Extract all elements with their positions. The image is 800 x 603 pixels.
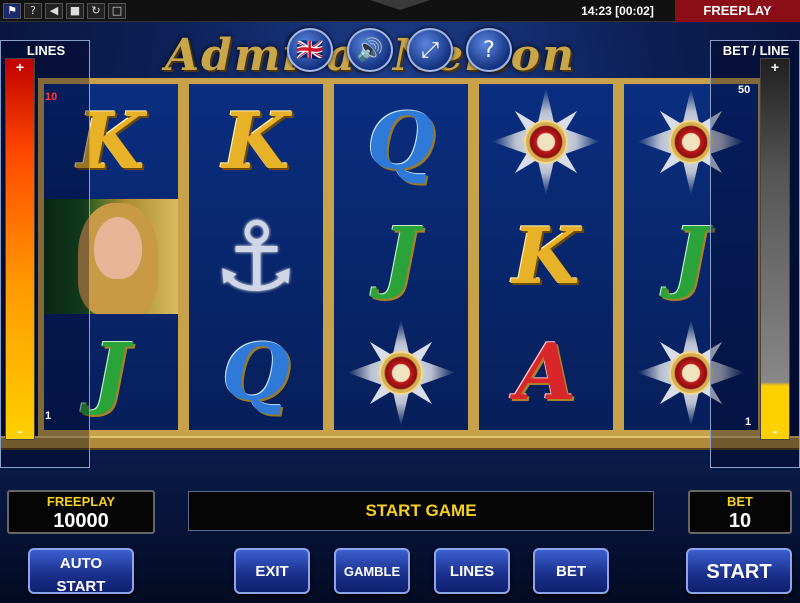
symbol-q: Q bbox=[189, 315, 323, 430]
symbol-a: A bbox=[479, 315, 613, 430]
exit-button[interactable]: EXIT bbox=[234, 548, 310, 594]
system-bar: ⚑ ? ◀ ■ ↻ □ 14:23 [00:02] FREEPLAY bbox=[0, 0, 800, 22]
reel-4: KA bbox=[479, 84, 613, 430]
bet-value: 10 bbox=[728, 510, 752, 532]
freeplay-credits-box: FREEPLAY 10000 bbox=[7, 490, 155, 534]
order-star-icon bbox=[347, 319, 455, 427]
symbol-letter: A bbox=[515, 326, 577, 418]
symbol-order-star-icon bbox=[334, 315, 468, 430]
freeplay-value: 10000 bbox=[53, 510, 109, 532]
help-icon[interactable]: ? bbox=[24, 2, 42, 19]
window-icon[interactable]: ■ bbox=[66, 2, 84, 19]
symbol-letter: K bbox=[222, 95, 290, 187]
reel-3: QJ bbox=[334, 84, 468, 430]
symbol-letter: J bbox=[672, 210, 710, 302]
lines-title: LINES bbox=[26, 43, 66, 58]
sound-icon[interactable]: 🔊 bbox=[347, 28, 393, 72]
reel-2: K ⚓ Q bbox=[189, 84, 323, 430]
freeplay-label: FREEPLAY bbox=[46, 494, 116, 509]
bet-button[interactable]: BET bbox=[533, 548, 609, 594]
refresh-icon[interactable]: ↻ bbox=[87, 2, 105, 19]
symbol-k: K bbox=[479, 199, 613, 314]
order-star-icon bbox=[492, 88, 600, 196]
symbol-order-star-icon bbox=[479, 84, 613, 199]
symbol-letter: J bbox=[92, 326, 130, 418]
start-button[interactable]: START bbox=[686, 548, 792, 594]
auto-start-button[interactable]: AUTO START bbox=[28, 548, 134, 595]
bet-line-meter[interactable]: + - bbox=[760, 58, 790, 440]
symbol-q: Q bbox=[334, 84, 468, 199]
fullscreen-icon[interactable]: □ bbox=[108, 2, 126, 19]
lines-button[interactable]: LINES bbox=[434, 548, 510, 594]
symbol-k: K bbox=[189, 84, 323, 199]
fullscreen-icon[interactable]: ⤢ bbox=[407, 28, 453, 72]
symbol-letter: K bbox=[512, 210, 580, 302]
symbol-letter: Q bbox=[222, 326, 290, 418]
lines-max-label: 10 bbox=[45, 91, 58, 103]
lines-meter[interactable]: + - bbox=[5, 58, 35, 440]
mode-badge: FREEPLAY bbox=[675, 0, 800, 22]
symbol-letter: J bbox=[382, 210, 420, 302]
sound-icon[interactable]: ◀ bbox=[45, 2, 63, 19]
symbol-j: J bbox=[334, 199, 468, 314]
reel-rail bbox=[0, 436, 800, 450]
flag-icon[interactable]: ⚑ bbox=[3, 2, 21, 19]
bet-box: BET 10 bbox=[688, 490, 792, 534]
bet-line-title: BET / LINE bbox=[722, 43, 790, 58]
symbol-anchor-icon: ⚓ bbox=[189, 199, 323, 314]
bet-line-min-label: 1 bbox=[745, 416, 752, 428]
bet-line-plus-button[interactable]: + bbox=[761, 59, 789, 75]
message-box: START GAME bbox=[188, 491, 654, 531]
language-flag-icon[interactable]: 🇬🇧 bbox=[287, 28, 333, 72]
clock: 14:23 [00:02] bbox=[581, 4, 654, 18]
lines-plus-button[interactable]: + bbox=[6, 59, 34, 75]
anchor-icon: ⚓ bbox=[212, 200, 300, 313]
bet-label: BET bbox=[727, 494, 753, 509]
lines-min-label: 1 bbox=[45, 410, 52, 422]
symbol-letter: Q bbox=[367, 95, 435, 187]
bet-line-minus-button[interactable]: - bbox=[761, 423, 789, 439]
reel-frame: K J K ⚓ Q Q J K A J bbox=[38, 78, 762, 436]
menu-chevron-icon[interactable] bbox=[370, 0, 430, 12]
help-icon[interactable]: ? bbox=[466, 28, 512, 72]
lines-minus-button[interactable]: - bbox=[6, 423, 34, 439]
bet-line-max-label: 50 bbox=[738, 84, 751, 96]
gamble-button[interactable]: GAMBLE bbox=[334, 548, 410, 594]
